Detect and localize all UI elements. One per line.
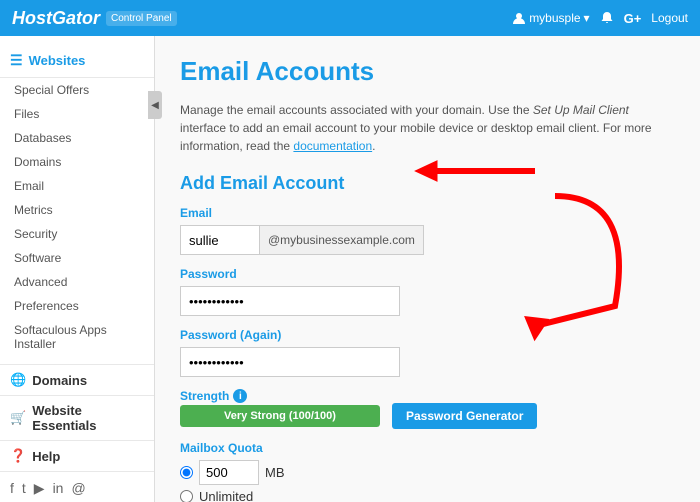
description: Manage the email accounts associated wit… <box>180 101 675 155</box>
header-right: mybusple ▾ G+ Logout <box>512 11 688 26</box>
password-group: Password <box>180 267 675 316</box>
main-content: Email Accounts Manage the email accounts… <box>155 36 700 502</box>
strength-group: Strength i Very Strong (100/100) Passwor… <box>180 389 675 429</box>
logo-sub: Control Panel <box>106 11 177 26</box>
quota-unlimited-radio[interactable] <box>180 490 193 502</box>
quota-radio-row: MB <box>180 460 675 485</box>
password-generator-button[interactable]: Password Generator <box>392 403 537 429</box>
sidebar-item-preferences[interactable]: Preferences <box>0 294 154 318</box>
unlimited-label: Unlimited <box>199 489 253 502</box>
sidebar-domains-header[interactable]: 🌐 Domains <box>0 364 154 395</box>
sidebar-item-domains[interactable]: Domains <box>0 150 154 174</box>
email-group: Email @mybusinessexample.com <box>180 206 675 255</box>
linkedin-icon[interactable]: in <box>53 480 64 497</box>
sidebar-item-advanced[interactable]: Advanced <box>0 270 154 294</box>
sidebar-essentials-header[interactable]: 🛒 Website Essentials <box>0 395 154 440</box>
documentation-link[interactable]: documentation <box>293 139 372 153</box>
quota-500-radio[interactable] <box>180 466 193 479</box>
strength-bar-container: Very Strong (100/100) <box>180 405 380 427</box>
sidebar-item-security[interactable]: Security <box>0 222 154 246</box>
quota-unit: MB <box>265 465 285 480</box>
websites-section: ☰ Websites Special Offers Files Database… <box>0 36 154 364</box>
logo-name: HostGator <box>12 8 100 29</box>
sidebar: ☰ Websites Special Offers Files Database… <box>0 36 155 502</box>
quota-value-input[interactable] <box>199 460 259 485</box>
strength-row: Very Strong (100/100) Password Generator <box>180 403 675 429</box>
social-links: f t ▶ in @ <box>0 471 154 502</box>
sidebar-item-special-offers[interactable]: Special Offers <box>0 78 154 102</box>
email-label: Email <box>180 206 675 220</box>
password-again-input[interactable] <box>180 347 400 377</box>
domains-icon: 🌐 <box>10 372 26 388</box>
twitter-icon[interactable]: t <box>22 480 26 497</box>
page-title: Email Accounts <box>180 56 675 87</box>
instagram-icon[interactable]: @ <box>71 480 85 497</box>
sidebar-item-files[interactable]: Files <box>0 102 154 126</box>
sidebar-help-header[interactable]: ❓ Help <box>0 440 154 471</box>
email-username-input[interactable] <box>180 225 260 255</box>
unlimited-radio-row: Unlimited <box>180 489 675 502</box>
notifications[interactable] <box>600 11 614 25</box>
strength-bar-text: Very Strong (100/100) <box>180 410 380 422</box>
sidebar-item-metrics[interactable]: Metrics <box>0 198 154 222</box>
top-header: HostGator Control Panel mybusple ▾ G+ Lo… <box>0 0 700 36</box>
password-label: Password <box>180 267 675 281</box>
password-input[interactable] <box>180 286 400 316</box>
logout-link[interactable]: Logout <box>651 11 688 25</box>
email-domain-display: @mybusinessexample.com <box>260 225 424 255</box>
sidebar-item-softaculous[interactable]: Softaculous Apps Installer <box>0 318 154 356</box>
google-icon: G+ <box>624 11 642 26</box>
logo: HostGator Control Panel <box>12 8 177 29</box>
youtube-icon[interactable]: ▶ <box>34 480 45 497</box>
password-again-group: Password (Again) <box>180 328 675 377</box>
mailbox-quota-label: Mailbox Quota <box>180 441 675 455</box>
email-field-row: @mybusinessexample.com <box>180 225 675 255</box>
sidebar-item-email[interactable]: Email <box>0 174 154 198</box>
help-icon: ❓ <box>10 448 26 464</box>
bell-icon <box>600 11 614 25</box>
mailbox-quota-group: Mailbox Quota MB Unlimited <box>180 441 675 502</box>
password-again-label: Password (Again) <box>180 328 675 342</box>
sidebar-collapse-arrow[interactable]: ◀ <box>148 91 162 119</box>
sidebar-item-databases[interactable]: Databases <box>0 126 154 150</box>
form-title: Add Email Account <box>180 173 675 194</box>
user-icon <box>512 11 526 25</box>
menu-icon: ☰ <box>10 52 23 69</box>
sidebar-websites-header[interactable]: ☰ Websites <box>0 44 154 78</box>
facebook-icon[interactable]: f <box>10 480 14 497</box>
user-menu[interactable]: mybusple ▾ <box>512 11 589 25</box>
strength-label: Strength i <box>180 389 675 403</box>
sidebar-item-software[interactable]: Software <box>0 246 154 270</box>
cart-icon: 🛒 <box>10 410 26 426</box>
strength-info-icon[interactable]: i <box>233 389 247 403</box>
